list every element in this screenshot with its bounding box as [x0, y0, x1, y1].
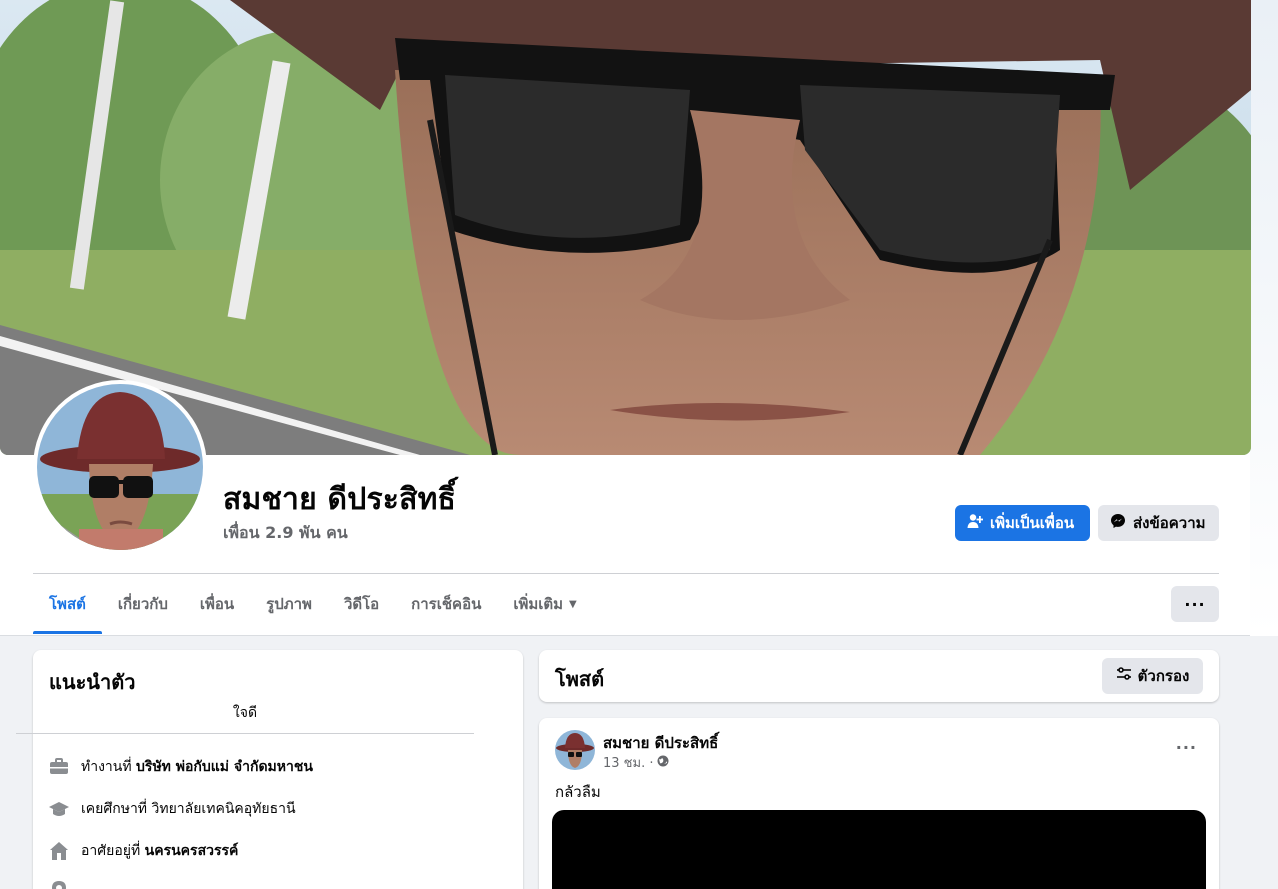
- post-author-avatar[interactable]: [555, 730, 595, 770]
- intro-education: เคยศึกษาที่ วิทยาลัยเทคนิคอุทัยธานี: [49, 798, 296, 820]
- cover-photo-image: [0, 0, 1251, 455]
- lives-value[interactable]: นครนครสวรรค์: [145, 843, 239, 859]
- posts-header: โพสต์ ตัวกรอง: [539, 650, 1219, 702]
- intro-title: แนะนำตัว: [49, 670, 136, 694]
- more-dots-icon: ···: [1184, 594, 1206, 614]
- work-prefix: ทำงานที่: [81, 759, 132, 775]
- post-text: กลัวลืม: [555, 783, 601, 801]
- study-value[interactable]: วิทยาลัยเทคนิคอุทัยธานี: [152, 801, 296, 817]
- profile-more-button[interactable]: ···: [1171, 586, 1219, 622]
- tab-photos[interactable]: รูปภาพ: [250, 574, 328, 634]
- post-meta: 13 ชม. ·: [603, 752, 669, 773]
- filter-button[interactable]: ตัวกรอง: [1102, 658, 1203, 694]
- post-time[interactable]: 13 ชม. ·: [603, 752, 653, 773]
- profile-name: สมชาย ดีประสิทธิ์: [223, 482, 457, 517]
- home-icon: [49, 841, 69, 861]
- tab-posts-label: โพสต์: [49, 595, 86, 613]
- page-edge: [1250, 0, 1278, 636]
- avatar: [37, 384, 203, 550]
- tab-about-label: เกี่ยวกับ: [117, 595, 168, 613]
- intro-location: [49, 880, 69, 889]
- intro-work: ทำงานที่ บริษัท พ่อกับแม่ จำกัดมหาชน: [49, 756, 313, 778]
- tab-friends[interactable]: เพื่อน: [184, 574, 250, 634]
- tab-check-ins[interactable]: การเช็คอิน: [395, 574, 497, 634]
- tab-more[interactable]: เพิ่มเติม ▼: [497, 574, 592, 634]
- tab-photos-label: รูปภาพ: [266, 595, 312, 613]
- add-friend-label: เพิ่มเป็นเพื่อน: [990, 514, 1075, 532]
- intro-bio: ใจดี: [232, 705, 258, 721]
- tab-videos[interactable]: วิดีโอ: [328, 574, 395, 634]
- tab-posts[interactable]: โพสต์: [33, 574, 102, 634]
- post-options-button[interactable]: ···: [1176, 738, 1197, 757]
- profile-tabs: โพสต์ เกี่ยวกับ เพื่อน รูปภาพ วิดีโอ การ…: [33, 574, 593, 634]
- add-friend-button[interactable]: เพิ่มเป็นเพื่อน: [955, 505, 1090, 541]
- intro-lives: อาศัยอยู่ที่ นครนครสวรรค์: [49, 840, 238, 862]
- tab-about[interactable]: เกี่ยวกับ: [102, 574, 184, 634]
- cover-photo[interactable]: [0, 0, 1251, 455]
- tab-check-ins-label: การเช็คอิน: [411, 595, 482, 613]
- add-person-icon: [967, 513, 984, 533]
- posts-title: โพสต์: [555, 667, 605, 691]
- filter-label: ตัวกรอง: [1137, 667, 1190, 685]
- post-card: สมชาย ดีประสิทธิ์ 13 ชม. · ··· กลัวลืม: [539, 718, 1219, 889]
- tab-friends-label: เพื่อน: [199, 595, 235, 613]
- messenger-icon: [1110, 513, 1126, 533]
- globe-icon: [657, 755, 669, 771]
- graduation-cap-icon: [49, 799, 69, 819]
- message-label: ส่งข้อความ: [1133, 514, 1206, 532]
- tab-videos-label: วิดีโอ: [343, 595, 380, 613]
- filter-icon: [1116, 666, 1132, 686]
- lives-prefix: อาศัยอยู่ที่: [81, 843, 141, 859]
- caret-down-icon: ▼: [569, 598, 577, 610]
- briefcase-icon: [49, 757, 69, 777]
- tab-more-label: เพิ่มเติม: [513, 595, 564, 613]
- work-value[interactable]: บริษัท พ่อกับแม่ จำกัดมหาชน: [136, 759, 313, 775]
- message-button[interactable]: ส่งข้อความ: [1098, 505, 1219, 541]
- study-prefix: เคยศึกษาที่: [81, 801, 148, 817]
- profile-picture[interactable]: [33, 380, 207, 554]
- intro-divider: [16, 733, 474, 734]
- post-video[interactable]: [552, 810, 1206, 889]
- avatar-image: [37, 384, 203, 550]
- friend-count[interactable]: เพื่อน 2.9 พัน คน: [223, 521, 348, 546]
- location-pin-icon: [49, 880, 69, 889]
